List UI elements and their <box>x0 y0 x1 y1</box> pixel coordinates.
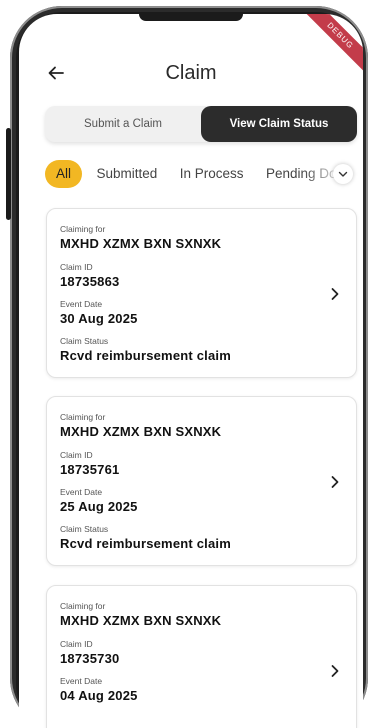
claim-id-label: Claim ID <box>60 262 93 272</box>
event-date-value: 30 Aug 2025 <box>60 311 138 326</box>
view-claim-status-tab[interactable]: View Claim Status <box>201 106 357 142</box>
claim-card[interactable]: Claiming for MXHD XZMX BXN SXNXK Claim I… <box>46 585 357 728</box>
phone-side-button <box>6 128 11 220</box>
claiming-for-value: MXHD XZMX BXN SXNXK <box>60 236 222 251</box>
claiming-for-value: MXHD XZMX BXN SXNXK <box>60 613 222 628</box>
event-date-value: 04 Aug 2025 <box>60 688 138 703</box>
claim-id-label: Claim ID <box>60 450 93 460</box>
event-date-label: Event Date <box>60 299 103 309</box>
filter-chip-submitted[interactable]: Submitted <box>96 160 157 188</box>
chevron-right-icon[interactable] <box>330 664 340 678</box>
claim-status-value: Rcvd reimbursement claim <box>60 536 231 551</box>
claim-card[interactable]: Claiming for MXHD XZMX BXN SXNXK Claim I… <box>46 396 357 566</box>
app-header: Claim <box>19 60 363 90</box>
claim-status-label: Claim Status <box>60 524 109 534</box>
page-title: Claim <box>165 62 217 84</box>
claiming-for-label: Claiming for <box>60 412 106 422</box>
filter-chip-all[interactable]: All <box>45 160 83 188</box>
submit-claim-tab[interactable]: Submit a Claim <box>45 106 201 142</box>
chevron-right-icon[interactable] <box>330 475 340 489</box>
filter-chip-in-process[interactable]: In Process <box>180 160 244 188</box>
claiming-for-label: Claiming for <box>60 601 106 611</box>
status-filter-bar: All Submitted In Process Pending Do <box>45 160 363 188</box>
chevron-down-icon[interactable] <box>333 164 353 184</box>
claim-view-toggle: Submit a Claim View Claim Status <box>45 106 357 142</box>
chevron-right-icon[interactable] <box>330 287 340 301</box>
event-date-value: 25 Aug 2025 <box>60 499 138 514</box>
claim-id-value: 18735730 <box>60 651 120 666</box>
phone-notch <box>139 14 243 21</box>
claim-id-label: Claim ID <box>60 639 93 649</box>
claim-status-value: Rcvd reimbursement claim <box>60 348 231 363</box>
filter-chip-pending-documents[interactable]: Pending Do <box>266 160 337 188</box>
claiming-for-value: MXHD XZMX BXN SXNXK <box>60 424 222 439</box>
event-date-label: Event Date <box>60 676 103 686</box>
claim-id-value: 18735761 <box>60 462 120 477</box>
claiming-for-label: Claiming for <box>60 224 106 234</box>
event-date-label: Event Date <box>60 487 103 497</box>
claim-status-label: Claim Status <box>60 336 109 346</box>
claim-id-value: 18735863 <box>60 274 120 289</box>
claim-card[interactable]: Claiming for MXHD XZMX BXN SXNXK Claim I… <box>46 208 357 378</box>
app-screen: DEBUG Claim Submit a Claim View Claim St… <box>19 14 363 728</box>
